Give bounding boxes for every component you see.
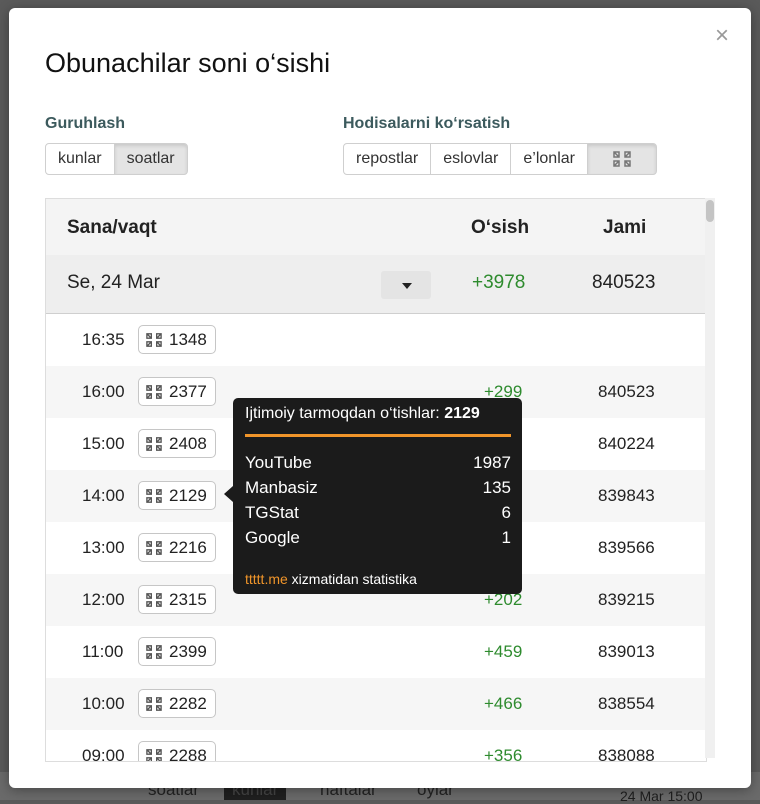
tooltip-source-value: 135 (482, 478, 511, 497)
background-timestamp: 24 Mar 15:00 (620, 788, 703, 804)
social-network-icon (146, 332, 162, 347)
row-time: 13:00 (82, 538, 125, 557)
social-network-icon (146, 592, 162, 607)
social-badge[interactable]: 2315 (138, 585, 216, 614)
tooltip-footer-text: xizmatidan statistika (287, 571, 417, 587)
social-network-icon (146, 436, 162, 451)
table-row: 10:00 2282 +466 838554 (46, 678, 706, 730)
table-scrollbar[interactable] (705, 198, 715, 758)
row-total: 839215 (598, 590, 655, 609)
tooltip-source-value: 6 (501, 503, 511, 522)
day-label: Se, 24 Mar (67, 272, 160, 293)
row-time: 14:00 (82, 486, 125, 505)
row-total: 840224 (598, 434, 655, 453)
row-time: 12:00 (82, 590, 125, 609)
day-total: 840523 (592, 272, 656, 293)
social-network-icon (146, 384, 162, 399)
row-total: 838088 (598, 746, 655, 762)
header-total: Jami (603, 217, 647, 238)
row-time: 10:00 (82, 694, 125, 713)
row-growth: +466 (484, 694, 523, 713)
group-days-button[interactable]: kunlar (45, 143, 115, 175)
table-row: 11:00 2399 +459 839013 (46, 626, 706, 678)
row-time: 16:00 (82, 382, 125, 401)
social-badge[interactable]: 2288 (138, 741, 216, 762)
tooltip-source-name: Manbasiz (245, 478, 318, 497)
tooltip-title-text: Ijtimoiy tarmoqdan o‘tishlar: (245, 405, 440, 422)
row-time: 09:00 (82, 746, 125, 762)
row-total: 839843 (598, 486, 655, 505)
tooltip-footer: ttttt.me xizmatidan statistika (245, 571, 417, 587)
social-network-icon (146, 696, 162, 711)
row-total: 839566 (598, 538, 655, 557)
header-growth: O‘sish (471, 217, 530, 238)
tooltip-divider (245, 434, 511, 437)
day-growth: +3978 (472, 272, 526, 293)
day-expand-toggle[interactable] (381, 271, 431, 299)
social-count: 2216 (169, 537, 207, 557)
reposts-button[interactable]: repostlar (343, 143, 432, 175)
social-count: 1348 (169, 329, 207, 349)
row-time: 11:00 (82, 642, 124, 661)
social-events-button[interactable] (586, 143, 657, 175)
row-growth: +459 (484, 642, 523, 661)
social-network-icon (146, 644, 162, 659)
row-total: 838554 (598, 694, 655, 713)
ads-button[interactable]: e’lonlar (510, 143, 588, 175)
row-time: 16:35 (82, 330, 125, 349)
social-badge[interactable]: 2408 (138, 429, 216, 458)
tooltip-source-value: 1 (501, 528, 511, 547)
social-network-icon (146, 748, 162, 761)
tooltip-source-name: Google (245, 528, 300, 547)
row-total: 840523 (598, 382, 655, 401)
day-summary-row[interactable]: Se, 24 Mar +3978 840523 (46, 255, 706, 314)
social-count: 2315 (169, 589, 207, 609)
row-growth: +356 (484, 746, 523, 762)
close-button[interactable]: × (715, 24, 729, 48)
social-network-icon (146, 488, 162, 503)
social-count: 2377 (169, 381, 207, 401)
social-network-icon (613, 151, 631, 167)
tooltip-total: 2129 (444, 405, 480, 422)
table-row: 16:35 1348 (46, 314, 706, 366)
header-date: Sana/vaqt (67, 217, 157, 238)
grouping-label: Guruhlash (45, 115, 126, 132)
social-badge[interactable]: 2399 (138, 637, 216, 666)
social-count: 2408 (169, 433, 207, 453)
events-toggle: repostlar eslovlar e’lonlar (343, 143, 657, 175)
social-count: 2129 (169, 485, 207, 505)
social-badge[interactable]: 2377 (138, 377, 216, 406)
group-hours-button[interactable]: soatlar (113, 143, 188, 175)
social-badge[interactable]: 1348 (138, 325, 216, 354)
tooltip-title: Ijtimoiy tarmoqdan o‘tishlar: 2129 (245, 405, 480, 423)
modal-title: Obunachilar soni o‘sishi (45, 48, 331, 78)
tooltip-source-value: 1987 (473, 453, 511, 472)
social-badge[interactable]: 2216 (138, 533, 216, 562)
row-total: 839013 (598, 642, 655, 661)
social-badge[interactable]: 2282 (138, 689, 216, 718)
scrollbar-thumb[interactable] (706, 200, 714, 222)
social-count: 2288 (169, 745, 207, 762)
tooltip-source-name: YouTube (245, 453, 312, 472)
table-row: 09:00 2288 +356 838088 (46, 730, 706, 762)
grouping-toggle: kunlar soatlar (45, 143, 188, 175)
social-count: 2282 (169, 693, 207, 713)
social-count: 2399 (169, 641, 207, 661)
events-label: Hodisalarni ko‘rsatish (343, 115, 511, 132)
social-badge[interactable]: 2129 (138, 481, 216, 510)
social-network-icon (146, 540, 162, 555)
mentions-button[interactable]: eslovlar (430, 143, 512, 175)
tooltip-footer-link[interactable]: ttttt.me (245, 571, 288, 587)
tooltip-source-name: TGStat (245, 503, 299, 522)
row-time: 15:00 (82, 434, 125, 453)
table-header: Sana/vaqt O‘sish Jami (46, 199, 706, 256)
social-tooltip: Ijtimoiy tarmoqdan o‘tishlar: 2129 YouTu… (224, 398, 522, 594)
